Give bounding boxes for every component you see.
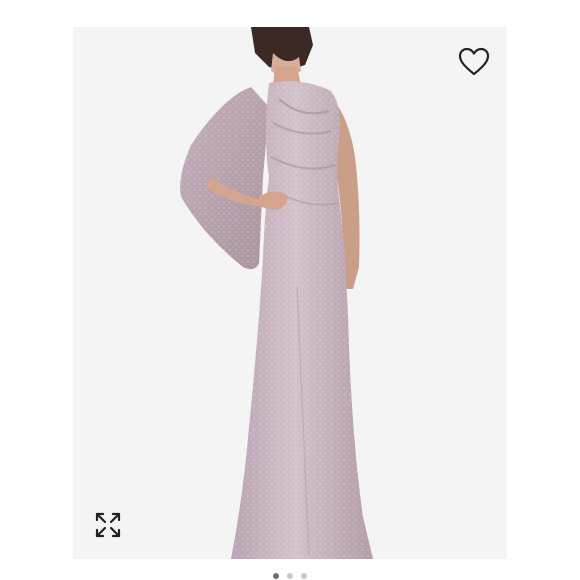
- image-pager: [0, 573, 580, 580]
- product-photo[interactable]: [73, 27, 507, 559]
- pager-dot[interactable]: [301, 573, 307, 579]
- favorite-button[interactable]: [455, 44, 493, 80]
- product-gallery: [0, 0, 580, 580]
- expand-arrows-icon: [95, 512, 121, 538]
- heart-outline-icon: [458, 47, 490, 76]
- pager-dot[interactable]: [287, 573, 293, 579]
- expand-image-button[interactable]: [92, 509, 124, 541]
- product-image: [73, 27, 507, 559]
- pager-dot[interactable]: [273, 573, 279, 579]
